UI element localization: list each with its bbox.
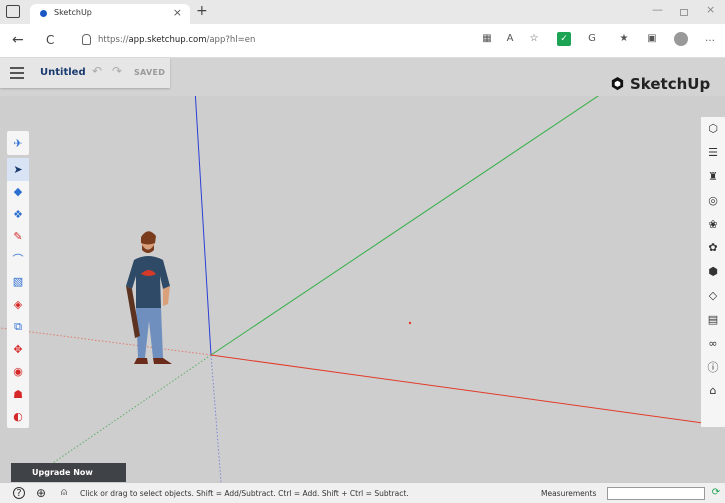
- components-panel-icon[interactable]: ❀: [701, 212, 725, 236]
- window-close-icon[interactable]: ×: [706, 3, 715, 16]
- walk-tool-icon[interactable]: ☗: [7, 383, 29, 406]
- extension-warehouse-panel-icon[interactable]: ⌂: [701, 379, 725, 403]
- measurements-input[interactable]: [607, 487, 705, 500]
- orbit-tool-icon[interactable]: ◉: [7, 361, 29, 384]
- entity-info-panel-icon[interactable]: ⬡: [701, 117, 725, 141]
- green-axis: [210, 96, 600, 356]
- new-tab-icon[interactable]: +: [196, 3, 208, 19]
- inference-point: [408, 321, 412, 325]
- axes-canvas: [0, 96, 725, 482]
- sync-icon[interactable]: ⟳: [710, 487, 722, 499]
- extension-icon[interactable]: G: [585, 32, 599, 46]
- globe-icon[interactable]: ⊕: [35, 487, 47, 499]
- reload-icon[interactable]: C: [46, 33, 54, 47]
- collections-icon[interactable]: ▣: [645, 32, 659, 46]
- file-panel: Untitled ↶ ↷ SAVED: [0, 58, 170, 88]
- favorite-add-icon[interactable]: ☆: [527, 32, 541, 46]
- document-title[interactable]: Untitled: [40, 67, 86, 78]
- measurements-label: Measurements: [541, 489, 597, 498]
- sketchup-favicon-icon: [40, 10, 47, 17]
- styles-panel-icon[interactable]: ✿: [701, 236, 725, 260]
- eraser-tool-icon[interactable]: ◆: [7, 181, 29, 204]
- url-prefix: https://: [98, 35, 129, 45]
- tab-actions-icon[interactable]: [6, 5, 20, 18]
- favorites-icon[interactable]: ★: [617, 32, 631, 46]
- app-header: Untitled ↶ ↷ SAVED SketchUp: [0, 58, 725, 96]
- redo-icon[interactable]: ↷: [112, 64, 122, 78]
- status-bar: ? ⊕ ⍝ Click or drag to select objects. S…: [0, 482, 725, 503]
- logo-wordmark: SketchUp: [630, 75, 711, 93]
- upgrade-now-button[interactable]: Upgrade Now: [11, 463, 126, 482]
- modeling-viewport[interactable]: [0, 96, 725, 482]
- address-bar-row: ← C https://app.sketchup.com/app?hl=en ▦…: [0, 24, 725, 58]
- search-tool-panel[interactable]: ✈: [7, 131, 29, 155]
- sketchup-logo-icon: [611, 76, 624, 91]
- read-aloud-icon[interactable]: A: [503, 32, 517, 46]
- red-axis-negative: [0, 327, 212, 356]
- shadows-panel-icon[interactable]: ◇: [701, 284, 725, 308]
- back-icon[interactable]: ←: [12, 32, 24, 48]
- status-hint: Click or drag to select objects. Shift =…: [80, 489, 409, 498]
- select-tool-icon[interactable]: ➤: [7, 158, 29, 181]
- section-plane-tool-icon[interactable]: ◐: [7, 406, 29, 429]
- scenes-panel-icon[interactable]: ▤: [701, 307, 725, 331]
- blue-axis: [194, 96, 212, 356]
- hamburger-menu-icon[interactable]: [10, 67, 24, 82]
- blue-axis-negative: [210, 354, 222, 482]
- instructor-panel-icon[interactable]: ♜: [701, 165, 725, 189]
- arc-tool-icon[interactable]: ⌒: [7, 248, 29, 271]
- app-available-icon[interactable]: ▦: [480, 32, 494, 46]
- user-icon[interactable]: ⍝: [58, 487, 70, 499]
- layers-panel-icon[interactable]: ⬢: [701, 260, 725, 284]
- info-panel-icon[interactable]: ⓘ: [701, 355, 725, 379]
- materials-panel-icon[interactable]: ◎: [701, 188, 725, 212]
- tab-close-icon[interactable]: ×: [173, 6, 182, 19]
- lock-icon: [82, 34, 91, 45]
- url-input[interactable]: https://app.sketchup.com/app?hl=en: [78, 31, 474, 51]
- browser-tab-strip: SketchUp × + — ×: [0, 0, 725, 24]
- move-tool-icon[interactable]: ✥: [7, 338, 29, 361]
- extension-check-icon[interactable]: ✓: [557, 32, 571, 46]
- left-toolbar: ➤ ◆ ❖ ✎ ⌒ ▧ ◈ ⧉ ✥ ◉ ☗ ◐: [7, 158, 29, 428]
- red-axis: [210, 354, 725, 427]
- offset-tool-icon[interactable]: ⧉: [7, 316, 29, 339]
- tab-title: SketchUp: [54, 8, 92, 17]
- right-panel-toolbar: ⬡ ☰ ♜ ◎ ❀ ✿ ⬢ ◇ ▤ ∞ ⓘ ⌂: [701, 117, 725, 427]
- profile-avatar[interactable]: [674, 32, 688, 46]
- push-pull-tool-icon[interactable]: ◈: [7, 293, 29, 316]
- save-status: SAVED: [134, 68, 166, 77]
- scale-figure: [126, 231, 172, 364]
- minimize-icon[interactable]: —: [652, 3, 663, 16]
- help-icon[interactable]: ?: [13, 487, 25, 499]
- url-host: app.sketchup.com: [128, 35, 207, 45]
- maximize-icon[interactable]: [680, 9, 688, 16]
- browser-tab[interactable]: SketchUp ×: [30, 4, 190, 24]
- url-path: /app?hl=en: [206, 35, 256, 45]
- search-scene-icon[interactable]: ✈: [7, 131, 29, 155]
- display-panel-icon[interactable]: ∞: [701, 331, 725, 355]
- outliner-panel-icon[interactable]: ☰: [701, 141, 725, 165]
- rectangle-tool-icon[interactable]: ▧: [7, 271, 29, 294]
- paint-bucket-tool-icon[interactable]: ❖: [7, 203, 29, 226]
- undo-icon[interactable]: ↶: [92, 64, 102, 78]
- pencil-tool-icon[interactable]: ✎: [7, 226, 29, 249]
- more-menu-icon[interactable]: …: [703, 32, 717, 46]
